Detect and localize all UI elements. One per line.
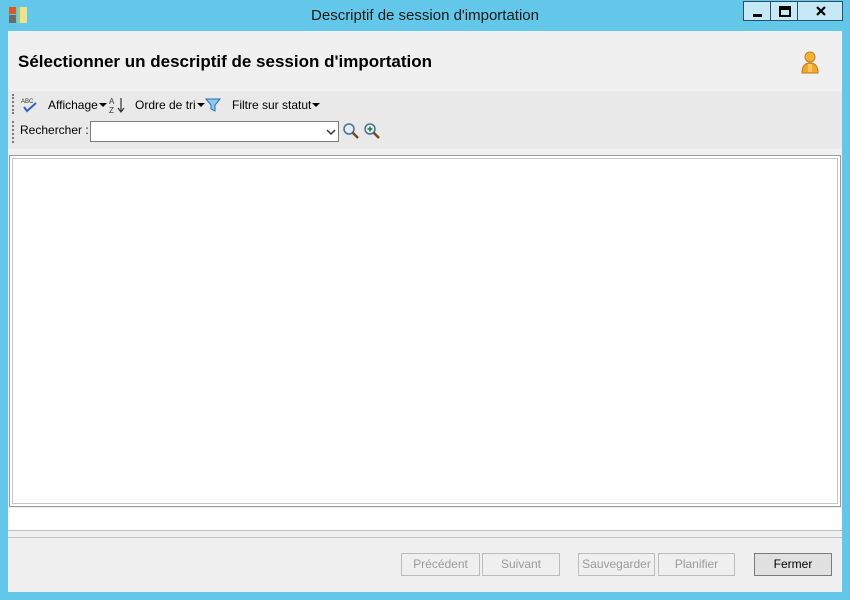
toolbar-grip[interactable] — [12, 94, 16, 114]
previous-button[interactable]: Précédent — [401, 553, 480, 576]
chevron-down-icon — [196, 103, 205, 107]
search-input[interactable] — [91, 122, 322, 142]
chevron-down-icon — [98, 103, 107, 107]
window-frame: Descriptif de session d'importation Séle… — [0, 0, 850, 600]
chevron-down-icon[interactable] — [326, 127, 336, 137]
dialog-client: Sélectionner un descriptif de session d'… — [8, 31, 842, 592]
minimize-icon — [753, 14, 762, 17]
sort-direction-button[interactable]: A Z — [108, 96, 126, 114]
person-icon — [801, 51, 819, 74]
toolbar-area: ABC Affichage A Z Ordre de tri Filtre su… — [8, 91, 842, 149]
search-toolbar-grip[interactable] — [12, 121, 16, 143]
maximize-button[interactable] — [770, 1, 798, 21]
magnifier-icon[interactable] — [342, 122, 360, 140]
search-label: Rechercher : — [20, 123, 89, 137]
title-bar[interactable]: Descriptif de session d'importation — [0, 0, 850, 31]
search-combobox[interactable] — [90, 121, 339, 142]
svg-text:A: A — [109, 97, 115, 106]
funnel-icon — [205, 98, 221, 112]
sort-az-icon: A Z — [109, 97, 125, 114]
chevron-down-icon — [312, 103, 321, 107]
minimize-button[interactable] — [743, 1, 771, 21]
filter-button[interactable] — [205, 96, 221, 114]
descriptor-list-content[interactable] — [12, 158, 838, 504]
status-filter-label: Filtre sur statut — [232, 98, 312, 112]
close-window-button[interactable] — [797, 1, 843, 21]
schedule-button[interactable]: Planifier — [658, 553, 735, 576]
spellcheck-button[interactable]: ABC — [20, 96, 38, 114]
maximize-icon — [779, 6, 791, 17]
svg-text:ABC: ABC — [21, 99, 34, 105]
close-button[interactable]: Fermer — [754, 553, 832, 576]
svg-text:Z: Z — [109, 106, 114, 114]
sort-order-label: Ordre de tri — [135, 98, 196, 112]
view-menu-button[interactable]: Affichage — [48, 96, 107, 114]
abc-check-icon: ABC — [21, 99, 37, 113]
status-filter-menu-button[interactable]: Filtre sur statut — [232, 96, 321, 114]
save-button[interactable]: Sauvegarder — [578, 553, 655, 576]
close-icon — [816, 6, 826, 16]
next-button[interactable]: Suivant — [482, 553, 560, 576]
dialog-header: Sélectionner un descriptif de session d'… — [8, 31, 842, 91]
zoom-plus-icon[interactable] — [363, 122, 381, 140]
page-title: Sélectionner un descriptif de session d'… — [18, 52, 433, 71]
window-title: Descriptif de session d'importation — [311, 7, 539, 24]
status-strip — [8, 508, 842, 531]
sort-order-menu-button[interactable]: Ordre de tri — [135, 96, 205, 114]
footer-separator — [8, 537, 842, 538]
descriptor-list[interactable] — [9, 155, 841, 507]
view-menu-label: Affichage — [48, 98, 98, 112]
